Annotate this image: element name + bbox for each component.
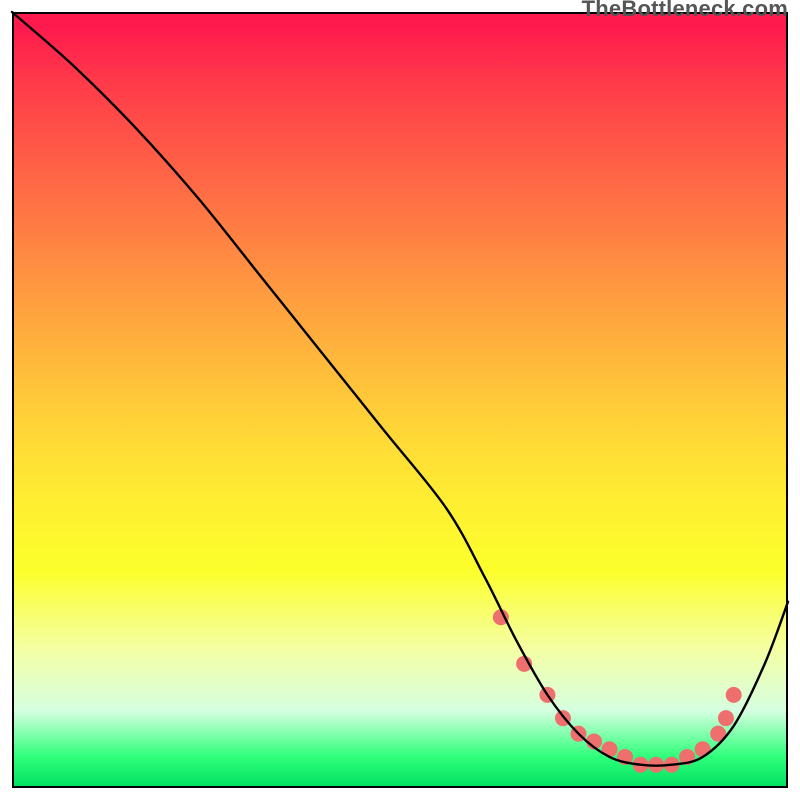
chart-container: TheBottleneck.com <box>0 0 800 800</box>
watermark-text: TheBottleneck.com <box>582 0 788 22</box>
marker-group <box>493 609 742 772</box>
bottleneck-curve <box>12 12 788 766</box>
marker-dot <box>718 710 734 726</box>
chart-svg <box>12 12 788 788</box>
marker-dot <box>726 687 742 703</box>
marker-dot <box>695 741 711 757</box>
